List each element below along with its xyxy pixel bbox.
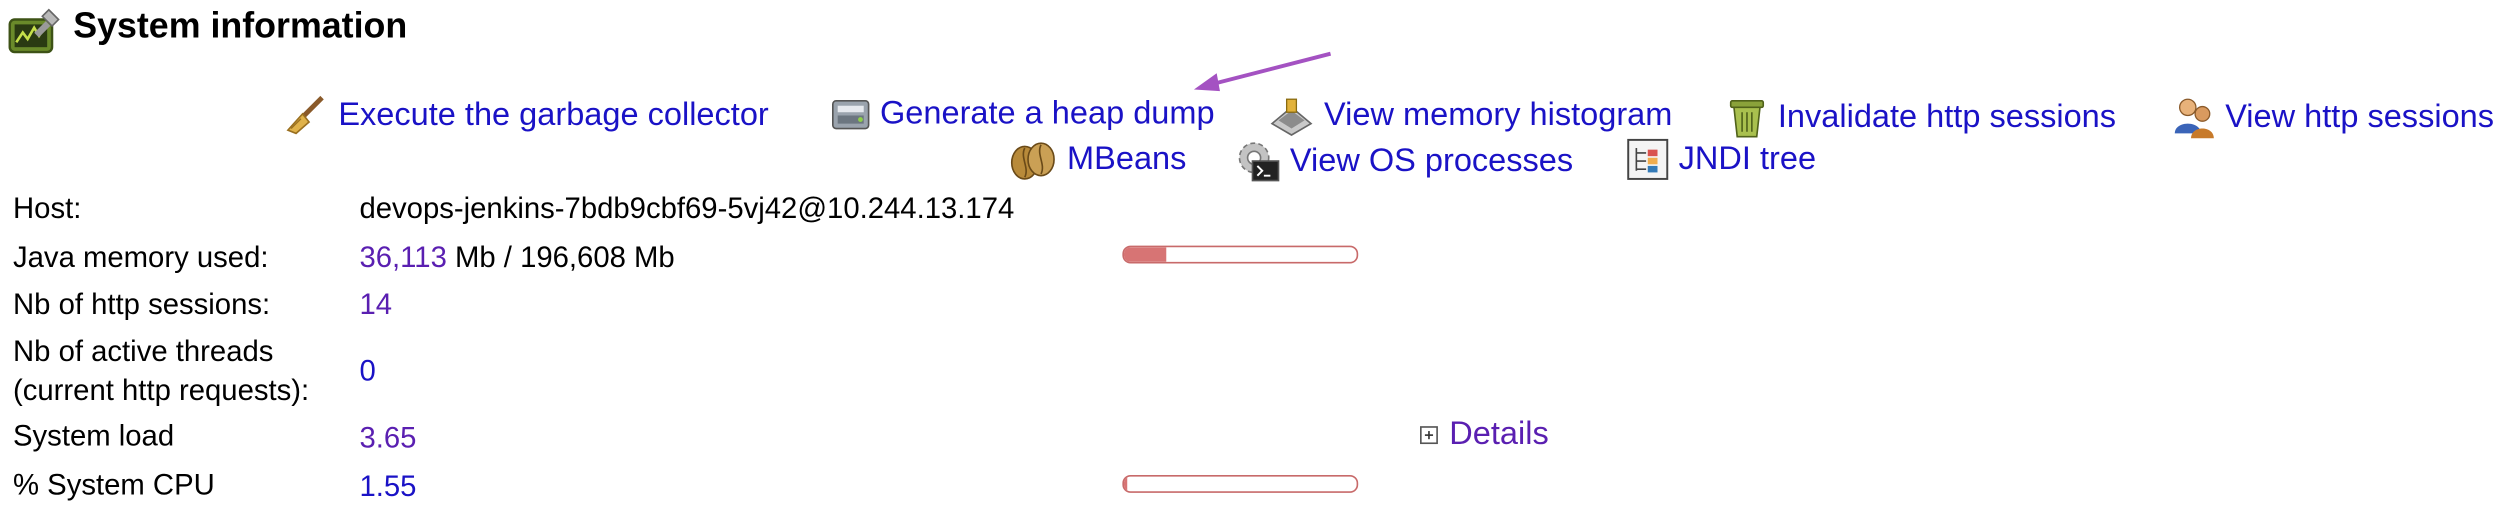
mbeans-label: MBeans: [1067, 140, 1187, 177]
sessions-label: Nb of http sessions:: [13, 287, 271, 321]
host-value: devops-jenkins-7bdb9cbf69-5vj42@10.244.1…: [359, 191, 1015, 225]
gear-icon: [1238, 142, 1280, 182]
expand-plus-icon: [1420, 426, 1438, 445]
sessions-value-link[interactable]: 14: [359, 285, 392, 324]
memory-histogram-link[interactable]: View memory histogram: [1269, 94, 1673, 136]
threads-value-link[interactable]: 0: [359, 351, 375, 390]
threads-label: Nb of active threads (current http reque…: [13, 332, 309, 410]
cpu-value-link[interactable]: 1.55: [359, 467, 416, 506]
cpu-usage-fill: [1123, 476, 1128, 492]
monitoring-icon: [8, 8, 60, 54]
heap-dump-icon: [832, 100, 870, 130]
broom-icon: [286, 95, 324, 135]
memory-usage-bar: [1122, 245, 1359, 264]
view-sessions-link[interactable]: View http sessions: [2173, 94, 2494, 140]
invalidate-sessions-link[interactable]: Invalidate http sessions: [1726, 94, 2116, 140]
view-sessions-label: View http sessions: [2225, 98, 2495, 135]
memory-histogram-label: View memory histogram: [1324, 96, 1673, 133]
cpu-usage-bar: [1122, 474, 1359, 493]
jndi-tree-label: JNDI tree: [1678, 140, 1817, 177]
trash-icon: [1729, 100, 1765, 138]
heap-dump-link[interactable]: Generate a heap dump: [831, 94, 1215, 133]
memory-label: Java memory used:: [13, 240, 269, 274]
page-title: System information: [73, 4, 408, 46]
memory-value: 36,113 Mb / 196,608 Mb: [359, 237, 674, 276]
load-label: System load: [13, 419, 175, 453]
users-icon: [2174, 98, 2214, 139]
annotation-arrow: [1193, 51, 1332, 92]
cpu-label: % System CPU: [13, 468, 215, 501]
os-processes-label: View OS processes: [1289, 142, 1574, 179]
heap-dump-label: Generate a heap dump: [879, 95, 1215, 131]
threads-label-line2: (current http requests):: [13, 374, 310, 407]
details-label: Details: [1449, 416, 1549, 453]
jndi-tree-link[interactable]: JNDI tree: [1627, 138, 1816, 180]
memory-used-link[interactable]: 36,113: [359, 241, 446, 274]
os-processes-link[interactable]: View OS processes: [1235, 138, 1574, 184]
beans-icon: [1010, 142, 1055, 180]
histogram-icon: [1270, 98, 1313, 136]
details-toggle[interactable]: Details: [1420, 416, 1549, 453]
mbeans-link[interactable]: MBeans: [1008, 138, 1186, 180]
memory-usage-fill: [1123, 247, 1166, 262]
host-label: Host:: [13, 191, 82, 225]
execute-gc-link[interactable]: Execute the garbage collector: [283, 94, 769, 136]
invalidate-sessions-label: Invalidate http sessions: [1777, 98, 2117, 135]
tree-icon: [1627, 138, 1669, 180]
system-info-panel: System information Execute the garbage c…: [0, 0, 2518, 521]
load-value-link[interactable]: 3.65: [359, 418, 416, 457]
threads-label-line1: Nb of active threads: [13, 335, 274, 368]
execute-gc-label: Execute the garbage collector: [338, 96, 769, 133]
memory-rest: Mb / 196,608 Mb: [446, 240, 675, 274]
